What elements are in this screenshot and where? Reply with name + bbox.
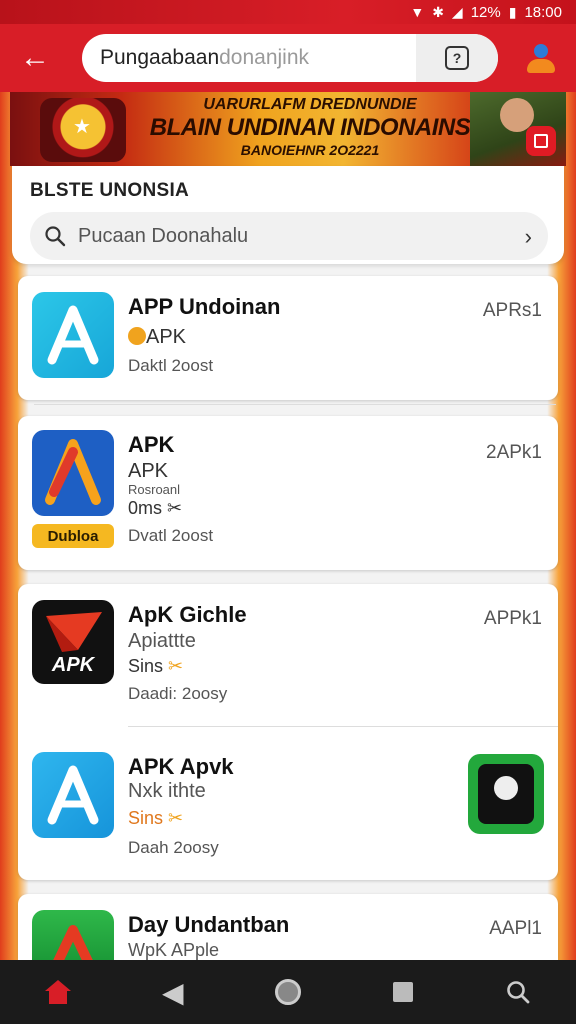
app-tag: Dubloa [32, 524, 114, 548]
app-name: Day Undantban [128, 912, 290, 937]
app-version: 2APk1 [486, 442, 542, 463]
app-size: 0ms ✂ [128, 498, 183, 518]
tools-icon: ✂ [168, 808, 184, 828]
battery-percent: 12% [470, 3, 501, 21]
banner-line1: UARURLAFM DREDNUNDIE [203, 96, 417, 113]
app-icon-apk-dark: APK [32, 600, 114, 684]
app-date: Dvatl 2oost [128, 526, 214, 545]
app-type: Apiattte [128, 630, 196, 652]
search-placeholder: donanjink [219, 46, 310, 69]
help-button[interactable]: ? [416, 34, 498, 82]
app-date: Daktl 2oost [128, 356, 214, 375]
bottom-nav-bar: ◀ [0, 960, 576, 1024]
app-small-text: Rosroanl [128, 482, 181, 497]
badge-icon [128, 327, 146, 345]
app-name: APK [128, 432, 175, 457]
status-bar: ▼ ✱ ◢ 12% ▮ 18:00 [0, 0, 576, 24]
app-icon-green-badge[interactable] [468, 754, 544, 834]
clock: 18:00 [524, 3, 562, 21]
app-date: Daadi: 2oosy [128, 684, 228, 703]
search-value: Pungaabaan [100, 46, 220, 69]
back-arrow-icon[interactable]: ← [0, 24, 70, 92]
account-icon[interactable] [524, 42, 558, 76]
tools-icon: ✂ [168, 656, 184, 676]
promo-banner[interactable]: UARURLAFM DREDNUNDIE BLAIN UNDINAN INDON… [10, 92, 566, 166]
list-item[interactable]: APP Undoinan APK Daktl 2oost APRs1 [18, 276, 558, 400]
divider [128, 726, 558, 727]
banner-line3: BANOIEHNR 2O2221 [240, 142, 380, 158]
search-icon [45, 226, 66, 247]
app-type: WpK APple [128, 940, 220, 960]
section-search-bar[interactable]: Pucaan Doonahalu › [30, 212, 548, 260]
app-date: Daah 2oosy [128, 838, 219, 857]
app-version: AAPl1 [489, 918, 542, 939]
app-icon-a-green [32, 910, 114, 973]
list-item[interactable]: APK Apvk Nxk ithte Sins ✂ Daah 2oosy [18, 734, 558, 880]
home-icon[interactable] [28, 960, 88, 1024]
help-icon: ? [445, 46, 469, 70]
signal-icon: ◢ [451, 3, 463, 20]
section-search-text: Pucaan Doonahalu [78, 224, 249, 247]
app-icon-a-cyan [32, 292, 114, 378]
search-field[interactable]: Pungaabaan donanjink ? [82, 34, 498, 82]
chevron-right-icon[interactable]: › [525, 224, 532, 250]
app-type: Nxk ithte [128, 780, 206, 802]
app-name: APK Apvk [128, 754, 234, 779]
section-header: BLSTE UNONSIA Pucaan Doonahalu › [12, 166, 564, 264]
list-item[interactable]: Day Undantban WpK APple AAPl1 [18, 894, 558, 973]
app-type: APK [128, 326, 186, 349]
divider [34, 404, 556, 405]
record-icon[interactable] [526, 126, 556, 156]
list-item[interactable]: Dubloa APK APK Rosroanl 0ms ✂ Dvatl 2oos… [18, 416, 558, 570]
app-type: APK [128, 460, 169, 482]
emblem-icon [40, 98, 126, 162]
app-version: APRs1 [482, 300, 542, 321]
list-item[interactable]: APK ApK Gichle Apiattte Sins ✂ Daadi: 2o… [18, 584, 558, 726]
app-name: APP Undoinan [128, 294, 281, 319]
tools-icon: ✂ [167, 498, 183, 518]
section-title: BLSTE UNONSIA [30, 180, 190, 201]
app-size: Sins ✂ [128, 808, 184, 828]
bluetooth-icon: ✱ [432, 3, 444, 20]
app-bar: ← Pungaabaan donanjink ? [0, 24, 576, 92]
list-group: APK ApK Gichle Apiattte Sins ✂ Daadi: 2o… [18, 584, 558, 880]
back-nav-icon[interactable]: ◀ [143, 960, 203, 1024]
battery-icon: ▮ [508, 3, 517, 20]
app-icon-a-blue [32, 430, 114, 516]
wifi-icon: ▼ [410, 4, 425, 20]
app-name: ApK Gichle [128, 602, 247, 627]
circle-home-icon[interactable] [258, 960, 318, 1024]
app-icon-a-lightblue [32, 752, 114, 838]
recents-icon[interactable] [373, 960, 433, 1024]
app-version: APPk1 [483, 608, 542, 629]
app-icon-label: APK [51, 654, 95, 676]
app-size: Sins ✂ [128, 656, 184, 676]
search-nav-icon[interactable] [488, 960, 548, 1024]
banner-line2: BLAIN UNDINAN INDONAINS [149, 114, 471, 141]
